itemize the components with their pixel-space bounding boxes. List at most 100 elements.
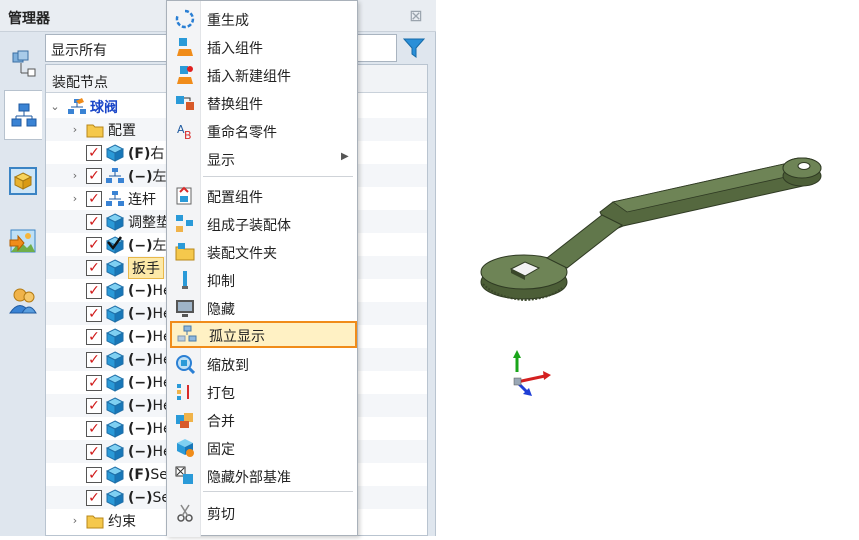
collapse-arrow-icon[interactable]: ⌄ — [48, 100, 62, 114]
assembly-structure-icon[interactable] — [4, 38, 42, 88]
visibility-checkbox[interactable]: ✓ — [86, 466, 102, 483]
close-icon[interactable]: ⊠ — [407, 7, 425, 25]
cut-icon — [175, 503, 195, 523]
menu-item-pack[interactable]: 打包 — [167, 378, 357, 405]
manager-title: 管理器 — [8, 11, 50, 27]
menu-item-configure-component[interactable]: 配置组件 — [167, 182, 357, 209]
tree-row-prefix: (−) — [128, 282, 153, 299]
visibility-checkbox[interactable]: ✓ — [86, 328, 102, 345]
menu-separator — [203, 176, 353, 177]
menu-item-make-subassembly[interactable]: 组成子装配体 — [167, 210, 357, 237]
visibility-checkbox[interactable]: ✓ — [86, 420, 102, 437]
part-icon — [106, 350, 124, 369]
menu-item-suppress[interactable]: 抑制 — [167, 266, 357, 293]
visibility-checkbox[interactable]: ✓ — [86, 167, 102, 184]
visibility-checkbox[interactable]: ✓ — [86, 190, 102, 207]
visibility-checkbox[interactable]: ✓ — [86, 374, 102, 391]
tree-row-prefix: (−) — [128, 489, 153, 506]
menu-item-label: 缩放到 — [207, 358, 249, 374]
menu-item-hide[interactable]: 隐藏 — [167, 294, 357, 321]
expand-arrow-icon[interactable]: › — [68, 192, 82, 206]
visibility-checkbox[interactable]: ✓ — [86, 213, 102, 230]
menu-item-insert-new-component[interactable]: 插入新建组件 — [167, 61, 357, 88]
merge-icon — [175, 410, 195, 430]
part-icon — [106, 442, 124, 461]
visibility-checkbox[interactable]: ✓ — [86, 236, 102, 253]
tree-row-text: 左 — [152, 237, 167, 254]
menu-item-label: 显示 — [207, 153, 235, 169]
tree-row-prefix: (F) — [128, 466, 151, 483]
menu-item-regenerate[interactable]: 重生成 — [167, 5, 357, 32]
make-subassembly-icon — [175, 214, 195, 234]
tree-row-label: (−)左 — [128, 166, 167, 186]
expand-arrow-icon[interactable]: › — [68, 514, 82, 528]
expand-arrow-icon — [68, 353, 82, 367]
menu-item-merge[interactable]: 合并 — [167, 406, 357, 433]
assembly-icon — [68, 97, 86, 116]
part-icon — [106, 327, 124, 346]
tree-row-text: 连杆 — [128, 191, 156, 208]
part-icon — [106, 488, 124, 507]
expand-arrow-icon — [68, 215, 82, 229]
menu-item-isolate[interactable]: 孤立显示 — [170, 321, 357, 348]
expand-arrow-icon[interactable]: › — [68, 123, 82, 137]
expand-arrow-icon — [68, 376, 82, 390]
menu-item-assembly-folder[interactable]: 装配文件夹 — [167, 238, 357, 265]
menu-item-label: 隐藏 — [207, 302, 235, 318]
visibility-checkbox[interactable]: ✓ — [86, 397, 102, 414]
menu-item-cut[interactable]: 剪切 — [167, 499, 357, 526]
graphics-viewport[interactable] — [437, 0, 859, 536]
part-icon — [106, 212, 124, 231]
tree-row-label: (F)右 — [128, 143, 164, 163]
tree-row-prefix: (−) — [128, 305, 153, 322]
menu-item-rename-part[interactable]: A B 重命名零件 — [167, 117, 357, 144]
tree-row-prefix: (−) — [128, 443, 153, 460]
menu-item-hide-external-datum[interactable]: 隐藏外部基准 — [167, 462, 357, 489]
menu-item-fix[interactable]: 固定 — [167, 434, 357, 461]
menu-item-replace-component[interactable]: 替换组件 — [167, 89, 357, 116]
regenerate-icon — [175, 9, 195, 29]
visibility-checkbox[interactable]: ✓ — [86, 305, 102, 322]
expand-arrow-icon[interactable]: › — [68, 169, 82, 183]
visibility-checkbox[interactable]: ✓ — [86, 351, 102, 368]
rename-part-icon: AB — [175, 121, 195, 141]
menu-item-zoom-to[interactable]: 缩放到 — [167, 350, 357, 377]
folder-icon — [86, 512, 104, 530]
image-export-icon[interactable] — [4, 216, 42, 266]
visibility-checkbox[interactable]: ✓ — [86, 259, 102, 276]
tree-row-label: 扳手 — [128, 256, 164, 279]
configure-component-icon — [175, 186, 195, 206]
visibility-checkbox[interactable]: ✓ — [86, 144, 102, 161]
menu-item-label: 重命名零件 — [207, 125, 277, 141]
tree-row-text: 扳手 — [132, 260, 160, 277]
menu-item-label: 配置组件 — [207, 190, 263, 206]
manager-tab-strip — [0, 32, 44, 536]
tree-row-prefix: (−) — [128, 237, 153, 254]
part-icon — [106, 419, 124, 438]
menu-item-insert-component[interactable]: 插入组件 — [167, 33, 357, 60]
menu-item-label: 固定 — [207, 442, 235, 458]
visibility-checkbox[interactable]: ✓ — [86, 489, 102, 506]
pack-icon — [175, 382, 195, 402]
expand-arrow-icon — [68, 284, 82, 298]
menu-item-display[interactable]: 显示 ▶ — [167, 145, 357, 172]
wrench-model[interactable] — [437, 0, 859, 536]
part-icon — [106, 281, 124, 300]
suppress-icon — [175, 270, 195, 290]
user-icon[interactable] — [4, 276, 42, 326]
menu-item-label: 插入新建组件 — [207, 69, 291, 85]
insert-new-component-icon — [175, 65, 195, 85]
part-icon — [106, 235, 124, 254]
tree-row-prefix: (−) — [128, 168, 153, 185]
filter-icon[interactable] — [400, 34, 428, 62]
history-tree-icon[interactable] — [4, 90, 42, 140]
visibility-checkbox[interactable]: ✓ — [86, 282, 102, 299]
part-cube-icon[interactable] — [4, 156, 42, 206]
expand-arrow-icon — [68, 330, 82, 344]
hide-external-datum-icon — [175, 466, 195, 486]
part-icon — [106, 396, 124, 415]
subassembly-icon — [106, 167, 124, 185]
visibility-checkbox[interactable]: ✓ — [86, 443, 102, 460]
filter-value: 显示所有 — [51, 43, 107, 59]
zoom-to-icon — [175, 354, 195, 374]
